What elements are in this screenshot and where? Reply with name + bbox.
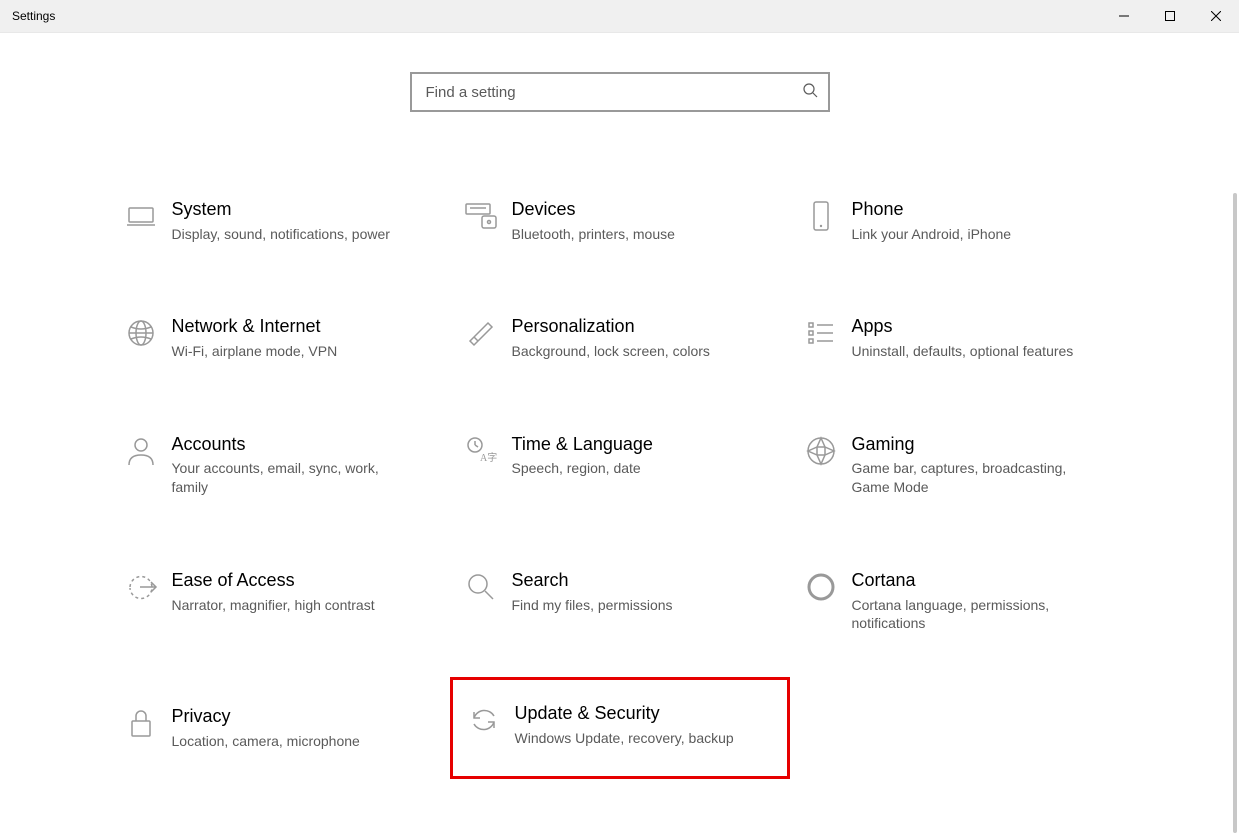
category-search[interactable]: Search Find my files, permissions — [450, 563, 790, 639]
category-desc: Windows Update, recovery, backup — [515, 729, 741, 748]
search-input[interactable] — [426, 84, 802, 101]
close-icon — [1211, 11, 1221, 21]
category-title: Phone — [852, 198, 1078, 221]
devices-icon — [454, 198, 508, 232]
category-desc: Cortana language, permissions, notificat… — [852, 596, 1078, 634]
magnifier-icon — [454, 569, 508, 603]
person-icon — [114, 433, 168, 469]
category-desc: Link your Android, iPhone — [852, 225, 1078, 244]
gaming-icon — [794, 433, 848, 467]
category-system[interactable]: System Display, sound, notifications, po… — [110, 192, 450, 249]
category-title: Gaming — [852, 433, 1078, 456]
category-phone[interactable]: Phone Link your Android, iPhone — [790, 192, 1130, 249]
cortana-icon — [794, 569, 848, 603]
category-privacy[interactable]: Privacy Location, camera, microphone — [110, 699, 450, 756]
category-desc: Bluetooth, printers, mouse — [512, 225, 738, 244]
titlebar: Settings — [0, 0, 1239, 33]
category-desc: Uninstall, defaults, optional features — [852, 342, 1078, 361]
system-icon — [114, 198, 168, 232]
category-title: Time & Language — [512, 433, 738, 456]
category-title: System — [172, 198, 398, 221]
time-language-icon: A字 — [454, 433, 508, 467]
category-personalization[interactable]: Personalization Background, lock screen,… — [450, 309, 790, 366]
maximize-button[interactable] — [1147, 0, 1193, 32]
category-title: Network & Internet — [172, 315, 398, 338]
minimize-icon — [1119, 11, 1129, 21]
window-title: Settings — [12, 9, 55, 23]
category-desc: Location, camera, microphone — [172, 732, 398, 751]
vertical-scrollbar[interactable] — [1233, 193, 1237, 833]
settings-grid: System Display, sound, notifications, po… — [110, 192, 1130, 757]
category-apps[interactable]: Apps Uninstall, defaults, optional featu… — [790, 309, 1130, 366]
category-desc: Find my files, permissions — [512, 596, 738, 615]
category-title: Ease of Access — [172, 569, 398, 592]
category-title: Update & Security — [515, 702, 741, 725]
update-icon — [457, 702, 511, 736]
lock-icon — [114, 705, 168, 741]
category-accounts[interactable]: Accounts Your accounts, email, sync, wor… — [110, 427, 450, 503]
globe-icon — [114, 315, 168, 349]
category-title: Accounts — [172, 433, 398, 456]
paintbrush-icon — [454, 315, 508, 349]
category-desc: Narrator, magnifier, high contrast — [172, 596, 398, 615]
content-area: System Display, sound, notifications, po… — [0, 33, 1239, 837]
category-network-internet[interactable]: Network & Internet Wi-Fi, airplane mode,… — [110, 309, 450, 366]
category-gaming[interactable]: Gaming Game bar, captures, broadcasting,… — [790, 427, 1130, 503]
minimize-button[interactable] — [1101, 0, 1147, 32]
category-title: Cortana — [852, 569, 1078, 592]
category-desc: Your accounts, email, sync, work, family — [172, 459, 398, 497]
ease-of-access-icon — [114, 569, 168, 603]
close-button[interactable] — [1193, 0, 1239, 32]
phone-icon — [794, 198, 848, 234]
search-icon — [802, 82, 818, 103]
category-ease-of-access[interactable]: Ease of Access Narrator, magnifier, high… — [110, 563, 450, 639]
category-title: Privacy — [172, 705, 398, 728]
category-title: Search — [512, 569, 738, 592]
search-container — [0, 72, 1239, 112]
maximize-icon — [1165, 11, 1175, 21]
window-controls — [1101, 0, 1239, 32]
category-desc: Game bar, captures, broadcasting, Game M… — [852, 459, 1078, 497]
category-desc: Background, lock screen, colors — [512, 342, 738, 361]
category-devices[interactable]: Devices Bluetooth, printers, mouse — [450, 192, 790, 249]
category-time-language[interactable]: A字 Time & Language Speech, region, date — [450, 427, 790, 503]
apps-icon — [794, 315, 848, 349]
category-update-security[interactable]: Update & Security Windows Update, recove… — [450, 677, 790, 778]
category-title: Personalization — [512, 315, 738, 338]
category-title: Apps — [852, 315, 1078, 338]
svg-text:A字: A字 — [480, 451, 497, 464]
category-desc: Wi-Fi, airplane mode, VPN — [172, 342, 398, 361]
category-title: Devices — [512, 198, 738, 221]
search-box[interactable] — [410, 72, 830, 112]
category-desc: Speech, region, date — [512, 459, 738, 478]
category-cortana[interactable]: Cortana Cortana language, permissions, n… — [790, 563, 1130, 639]
category-desc: Display, sound, notifications, power — [172, 225, 398, 244]
